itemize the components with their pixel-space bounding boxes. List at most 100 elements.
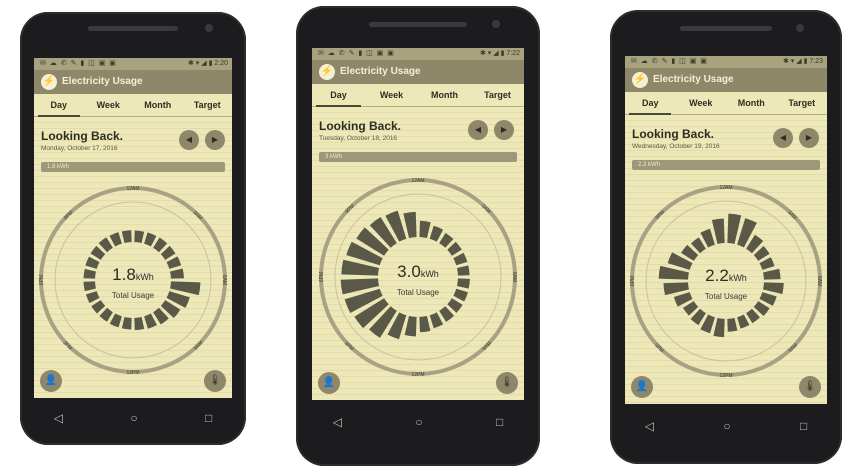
hour-bar bbox=[99, 307, 113, 322]
home-icon[interactable]: ○ bbox=[415, 415, 422, 429]
status-bar: ✉ ☁ ✆ ✎ ▮ ◫ ▣ ▣ ✱ ▾ ◢ ▮ 2:20 bbox=[34, 58, 232, 70]
thermometer-icon: 🌡 bbox=[208, 375, 222, 386]
hour-bar bbox=[439, 232, 454, 248]
back-icon[interactable]: ◁ bbox=[645, 419, 654, 433]
total-usage-number: 1.8 bbox=[112, 265, 136, 284]
app-bar: ⚡ Electricity Usage bbox=[34, 70, 232, 94]
hour-bar bbox=[134, 230, 145, 243]
hour-bar bbox=[160, 245, 176, 260]
hour-bar bbox=[711, 218, 725, 244]
hour-bar bbox=[153, 237, 168, 253]
status-bar: ✉ ☁ ✆ ✎ ▮ ◫ ▣ ▣ ✱ ▾ ◢ ▮ 7:22 bbox=[312, 48, 524, 60]
recent-apps-icon[interactable]: □ bbox=[496, 415, 503, 429]
back-icon[interactable]: ◁ bbox=[54, 411, 63, 425]
total-usage-number: 2.2 bbox=[705, 266, 729, 285]
tab-week[interactable]: Week bbox=[676, 92, 727, 114]
profile-button[interactable]: 👤 bbox=[631, 376, 653, 398]
hour-bar bbox=[419, 315, 431, 333]
hour-bar bbox=[91, 300, 106, 314]
app-title: Electricity Usage bbox=[340, 66, 421, 77]
total-usage-unit: kWh bbox=[420, 269, 439, 279]
tab-target[interactable]: Target bbox=[183, 94, 233, 116]
total-usage-value: 1.8kWh bbox=[34, 265, 232, 285]
phone-1: ✉ ☁ ✆ ✎ ▮ ◫ ▣ ▣ ✱ ▾ ◢ ▮ 2:20 ⚡ Electrici… bbox=[20, 12, 246, 445]
hour-bar bbox=[121, 317, 132, 330]
hour-bar bbox=[447, 241, 462, 256]
recent-apps-icon[interactable]: □ bbox=[205, 411, 212, 425]
content-area: Looking Back. Wednesday, October 19, 201… bbox=[625, 115, 827, 404]
tab-week[interactable]: Week bbox=[84, 94, 134, 116]
status-time: 7:22 bbox=[506, 50, 520, 57]
dial-tick-label: 12AM bbox=[126, 186, 139, 192]
app-logo-icon: ⚡ bbox=[319, 64, 335, 80]
hour-bar bbox=[746, 308, 760, 324]
earpiece-speaker bbox=[679, 26, 773, 31]
dial-tick-label: 12AM bbox=[719, 185, 732, 191]
tab-month[interactable]: Month bbox=[418, 84, 471, 106]
person-icon: 👤 bbox=[635, 381, 649, 392]
thermometer-icon: 🌡 bbox=[803, 381, 817, 392]
screen: ✉ ☁ ✆ ✎ ▮ ◫ ▣ ▣ ✱ ▾ ◢ ▮ 7:23 ⚡ Electrici… bbox=[625, 56, 827, 404]
front-camera bbox=[796, 24, 804, 32]
dial-tick-label: 12AM bbox=[411, 178, 424, 184]
app-bar: ⚡ Electricity Usage bbox=[312, 60, 524, 84]
total-usage-label: Total Usage bbox=[396, 288, 440, 297]
hour-bar bbox=[403, 211, 417, 239]
total-usage-value: 3.0kWh bbox=[312, 262, 524, 282]
earpiece-speaker bbox=[87, 26, 179, 31]
screen: ✉ ☁ ✆ ✎ ▮ ◫ ▣ ▣ ✱ ▾ ◢ ▮ 7:22 ⚡ Electrici… bbox=[312, 48, 524, 400]
hour-bar bbox=[419, 220, 431, 239]
total-usage-unit: kWh bbox=[728, 273, 747, 283]
total-usage-label: Total Usage bbox=[111, 291, 155, 300]
profile-button[interactable]: 👤 bbox=[40, 370, 62, 392]
tab-week[interactable]: Week bbox=[365, 84, 418, 106]
hour-bar bbox=[713, 318, 725, 338]
content-area: Looking Back. Monday, October 17, 2016 ◀… bbox=[34, 117, 232, 398]
back-icon[interactable]: ◁ bbox=[333, 415, 342, 429]
app-logo-icon: ⚡ bbox=[632, 72, 648, 88]
android-nav-bar: ◁ ○ □ bbox=[610, 412, 842, 440]
usage-dial: 12AM3AM6AM9AM12PM3PM6PM9PM bbox=[319, 178, 517, 378]
hour-bar bbox=[144, 232, 157, 247]
thermostat-button[interactable]: 🌡 bbox=[799, 376, 821, 398]
tab-day[interactable]: Day bbox=[625, 92, 676, 115]
profile-button[interactable]: 👤 bbox=[318, 372, 340, 394]
total-usage-value: 2.2kWh bbox=[625, 266, 827, 286]
dial-tick-label: 12PM bbox=[719, 373, 732, 379]
home-icon[interactable]: ○ bbox=[130, 411, 137, 425]
app-bar: ⚡ Electricity Usage bbox=[625, 68, 827, 92]
status-right: ✱ ▾ ◢ ▮ 2:20 bbox=[187, 60, 228, 67]
hour-bar bbox=[109, 232, 122, 247]
hour-bar bbox=[429, 225, 444, 242]
thermometer-icon: 🌡 bbox=[500, 377, 514, 388]
status-bar: ✉ ☁ ✆ ✎ ▮ ◫ ▣ ▣ ✱ ▾ ◢ ▮ 7:23 bbox=[625, 56, 827, 68]
tab-month[interactable]: Month bbox=[726, 92, 777, 114]
thermostat-button[interactable]: 🌡 bbox=[496, 372, 518, 394]
total-usage-label: Total Usage bbox=[704, 292, 748, 301]
hour-bar bbox=[429, 312, 444, 329]
tab-target[interactable]: Target bbox=[777, 92, 828, 114]
dial-tick-label: 12PM bbox=[411, 372, 424, 378]
tab-bar: Day Week Month Target bbox=[625, 92, 827, 115]
tab-day[interactable]: Day bbox=[312, 84, 365, 107]
app-title: Electricity Usage bbox=[653, 74, 734, 85]
tab-bar: Day Week Month Target bbox=[312, 84, 524, 107]
total-usage-unit: kWh bbox=[135, 272, 154, 282]
hour-bar bbox=[134, 317, 145, 331]
tab-day[interactable]: Day bbox=[34, 94, 84, 117]
total-usage-number: 3.0 bbox=[397, 262, 421, 281]
app-logo-icon: ⚡ bbox=[41, 74, 57, 90]
recent-apps-icon[interactable]: □ bbox=[800, 419, 807, 433]
status-time: 2:20 bbox=[214, 60, 228, 67]
thermostat-button[interactable]: 🌡 bbox=[204, 370, 226, 392]
hour-bar bbox=[439, 306, 455, 322]
usage-dial: 12AM3AM6AM9AM12PM3PM6PM9PM bbox=[39, 186, 227, 376]
tab-target[interactable]: Target bbox=[471, 84, 524, 106]
home-icon[interactable]: ○ bbox=[723, 419, 730, 433]
hour-bar bbox=[447, 298, 463, 313]
front-camera bbox=[205, 24, 213, 32]
notification-icons: ✉ ☁ ✆ ✎ ▮ ◫ ▣ ▣ bbox=[318, 50, 395, 57]
tab-month[interactable]: Month bbox=[133, 94, 183, 116]
person-icon: 👤 bbox=[44, 375, 58, 386]
tab-bar: Day Week Month Target bbox=[34, 94, 232, 117]
